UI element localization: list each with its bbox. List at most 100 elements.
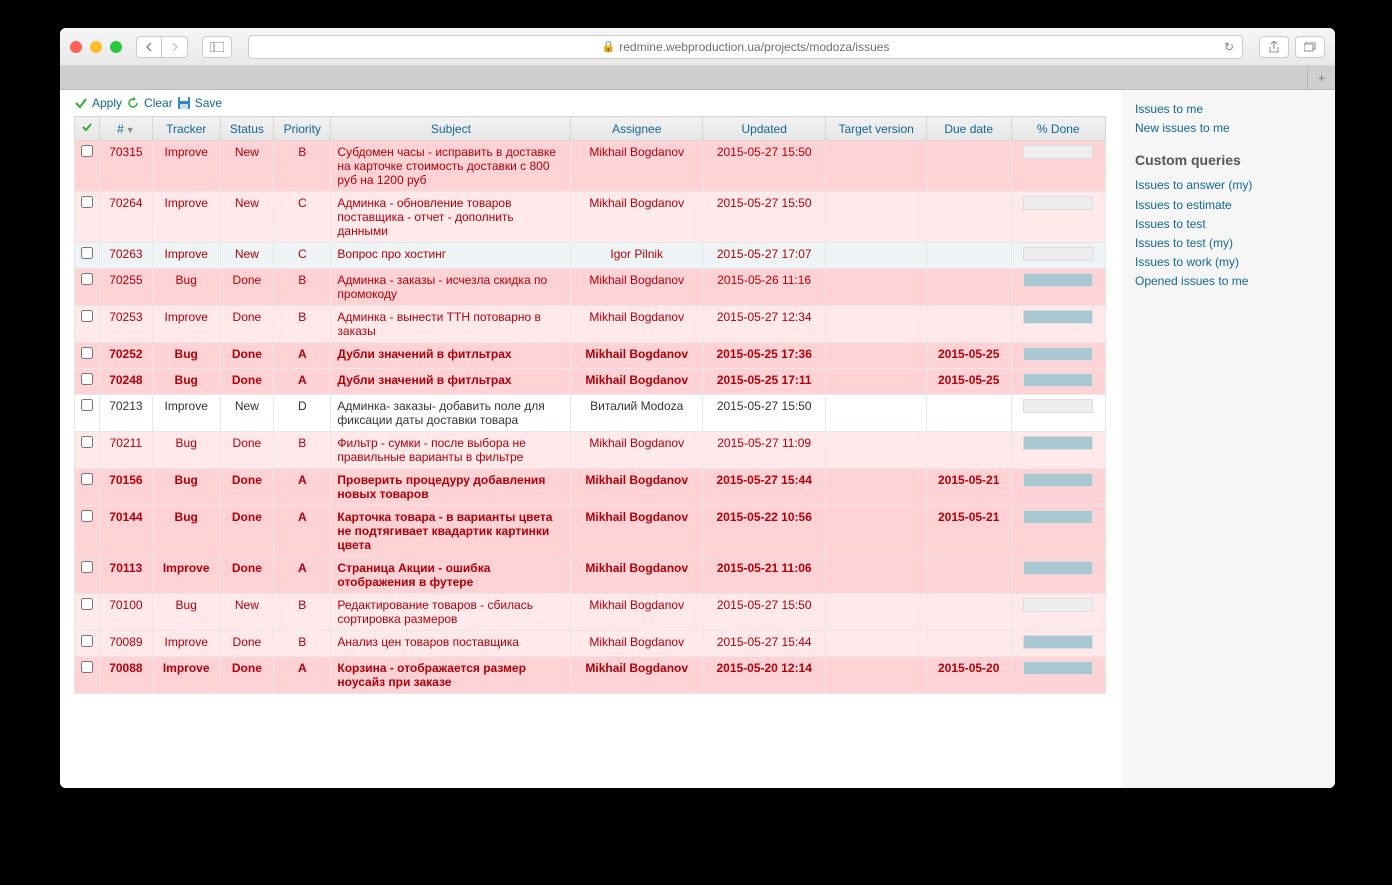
- cell-assignee[interactable]: Mikhail Bogdanov: [571, 141, 703, 192]
- back-button[interactable]: [136, 36, 162, 58]
- sidebar-query-link[interactable]: Issues to answer (my): [1135, 176, 1321, 195]
- cell-id[interactable]: 70255: [100, 269, 153, 306]
- minimize-window-button[interactable]: [90, 41, 102, 53]
- cell-subject[interactable]: Корзина - отображается размер ноусайз пр…: [331, 657, 571, 694]
- table-row[interactable]: 70113ImproveDoneAСтраница Акции - ошибка…: [75, 557, 1106, 594]
- col-assignee[interactable]: Assignee: [571, 117, 703, 141]
- cell-assignee[interactable]: Mikhail Bogdanov: [571, 269, 703, 306]
- cell-subject[interactable]: Админка - заказы - исчезла скидка по про…: [331, 269, 571, 306]
- sidebar-link[interactable]: Issues to me: [1135, 100, 1321, 119]
- cell-subject[interactable]: Фильтр - сумки - после выбора не правиль…: [331, 432, 571, 469]
- cell-subject[interactable]: Проверить процедуру добавления новых тов…: [331, 469, 571, 506]
- new-tab-button[interactable]: +: [1307, 66, 1335, 89]
- row-checkbox[interactable]: [81, 273, 93, 285]
- cell-id[interactable]: 70252: [100, 343, 153, 369]
- cell-id[interactable]: 70263: [100, 243, 153, 269]
- cell-subject[interactable]: Админка - вынести ТТН потоварно в заказы: [331, 306, 571, 343]
- close-window-button[interactable]: [70, 41, 82, 53]
- col-due-date[interactable]: Due date: [926, 117, 1011, 141]
- cell-subject[interactable]: Анализ цен товаров поставщика: [331, 631, 571, 657]
- cell-assignee[interactable]: Mikhail Bogdanov: [571, 432, 703, 469]
- cell-assignee[interactable]: Mikhail Bogdanov: [571, 657, 703, 694]
- row-checkbox[interactable]: [81, 247, 93, 259]
- row-checkbox[interactable]: [81, 661, 93, 673]
- cell-id[interactable]: 70213: [100, 395, 153, 432]
- row-checkbox[interactable]: [81, 145, 93, 157]
- cell-subject[interactable]: Вопрос про хостинг: [331, 243, 571, 269]
- forward-button[interactable]: [162, 36, 188, 58]
- col-target-version[interactable]: Target version: [826, 117, 927, 141]
- cell-subject[interactable]: Субдомен часы - исправить в доставке на …: [331, 141, 571, 192]
- row-checkbox[interactable]: [81, 436, 93, 448]
- cell-id[interactable]: 70100: [100, 594, 153, 631]
- row-checkbox[interactable]: [81, 510, 93, 522]
- cell-subject[interactable]: Админка - обновление товаров поставщика …: [331, 192, 571, 243]
- cell-id[interactable]: 70264: [100, 192, 153, 243]
- sidebar-query-link[interactable]: Issues to test (my): [1135, 234, 1321, 253]
- row-checkbox[interactable]: [81, 373, 93, 385]
- cell-assignee[interactable]: Виталий Modoza: [571, 395, 703, 432]
- cell-id[interactable]: 70248: [100, 369, 153, 395]
- zoom-window-button[interactable]: [110, 41, 122, 53]
- cell-assignee[interactable]: Mikhail Bogdanov: [571, 343, 703, 369]
- cell-subject[interactable]: Дубли значений в фитльтрах: [331, 343, 571, 369]
- cell-id[interactable]: 70113: [100, 557, 153, 594]
- cell-id[interactable]: 70088: [100, 657, 153, 694]
- row-checkbox[interactable]: [81, 196, 93, 208]
- sidebar-query-link[interactable]: Issues to test: [1135, 215, 1321, 234]
- row-checkbox[interactable]: [81, 473, 93, 485]
- col-updated[interactable]: Updated: [703, 117, 826, 141]
- col-status[interactable]: Status: [220, 117, 274, 141]
- clear-link[interactable]: Clear: [144, 96, 173, 110]
- share-button[interactable]: [1259, 36, 1289, 58]
- cell-id[interactable]: 70253: [100, 306, 153, 343]
- col-tracker[interactable]: Tracker: [152, 117, 220, 141]
- table-row[interactable]: 70255BugDoneBАдминка - заказы - исчезла …: [75, 269, 1106, 306]
- table-row[interactable]: 70144BugDoneAКарточка товара - в вариант…: [75, 506, 1106, 557]
- cell-assignee[interactable]: Mikhail Bogdanov: [571, 594, 703, 631]
- cell-assignee[interactable]: Igor Pilnik: [571, 243, 703, 269]
- table-row[interactable]: 70211BugDoneBФильтр - сумки - после выбо…: [75, 432, 1106, 469]
- sidebar-query-link[interactable]: Opened issues to me: [1135, 272, 1321, 291]
- sidebar-toggle-button[interactable]: [202, 36, 232, 58]
- cell-id[interactable]: 70156: [100, 469, 153, 506]
- row-checkbox[interactable]: [81, 598, 93, 610]
- cell-subject[interactable]: Дубли значений в фитльтрах: [331, 369, 571, 395]
- cell-assignee[interactable]: Mikhail Bogdanov: [571, 506, 703, 557]
- table-row[interactable]: 70264ImproveNewCАдминка - обновление тов…: [75, 192, 1106, 243]
- row-checkbox[interactable]: [81, 561, 93, 573]
- cell-assignee[interactable]: Mikhail Bogdanov: [571, 369, 703, 395]
- col-num[interactable]: #▼: [100, 117, 153, 141]
- cell-id[interactable]: 70315: [100, 141, 153, 192]
- cell-assignee[interactable]: Mikhail Bogdanov: [571, 192, 703, 243]
- sidebar-query-link[interactable]: Issues to estimate: [1135, 196, 1321, 215]
- cell-id[interactable]: 70211: [100, 432, 153, 469]
- cell-assignee[interactable]: Mikhail Bogdanov: [571, 557, 703, 594]
- table-row[interactable]: 70088ImproveDoneAКорзина - отображается …: [75, 657, 1106, 694]
- table-row[interactable]: 70213ImproveNewDАдминка- заказы- добавит…: [75, 395, 1106, 432]
- table-row[interactable]: 70089ImproveDoneBАнализ цен товаров пост…: [75, 631, 1106, 657]
- cell-subject[interactable]: Редактирование товаров - сбилась сортиро…: [331, 594, 571, 631]
- col-subject[interactable]: Subject: [331, 117, 571, 141]
- select-all-header[interactable]: [75, 117, 100, 141]
- row-checkbox[interactable]: [81, 310, 93, 322]
- table-row[interactable]: 70248BugDoneAДубли значений в фитльтрахM…: [75, 369, 1106, 395]
- sidebar-query-link[interactable]: Issues to work (my): [1135, 253, 1321, 272]
- cell-id[interactable]: 70144: [100, 506, 153, 557]
- row-checkbox[interactable]: [81, 635, 93, 647]
- cell-assignee[interactable]: Mikhail Bogdanov: [571, 306, 703, 343]
- sidebar-link[interactable]: New issues to me: [1135, 119, 1321, 138]
- row-checkbox[interactable]: [81, 347, 93, 359]
- row-checkbox[interactable]: [81, 399, 93, 411]
- cell-assignee[interactable]: Mikhail Bogdanov: [571, 631, 703, 657]
- save-link[interactable]: Save: [195, 96, 222, 110]
- apply-link[interactable]: Apply: [92, 96, 122, 110]
- col-done[interactable]: % Done: [1011, 117, 1105, 141]
- table-row[interactable]: 70253ImproveDoneBАдминка - вынести ТТН п…: [75, 306, 1106, 343]
- cell-assignee[interactable]: Mikhail Bogdanov: [571, 469, 703, 506]
- cell-id[interactable]: 70089: [100, 631, 153, 657]
- table-row[interactable]: 70263ImproveNewCВопрос про хостингIgor P…: [75, 243, 1106, 269]
- col-priority[interactable]: Priority: [274, 117, 331, 141]
- reload-icon[interactable]: ↻: [1224, 40, 1234, 54]
- table-row[interactable]: 70252BugDoneAДубли значений в фитльтрахM…: [75, 343, 1106, 369]
